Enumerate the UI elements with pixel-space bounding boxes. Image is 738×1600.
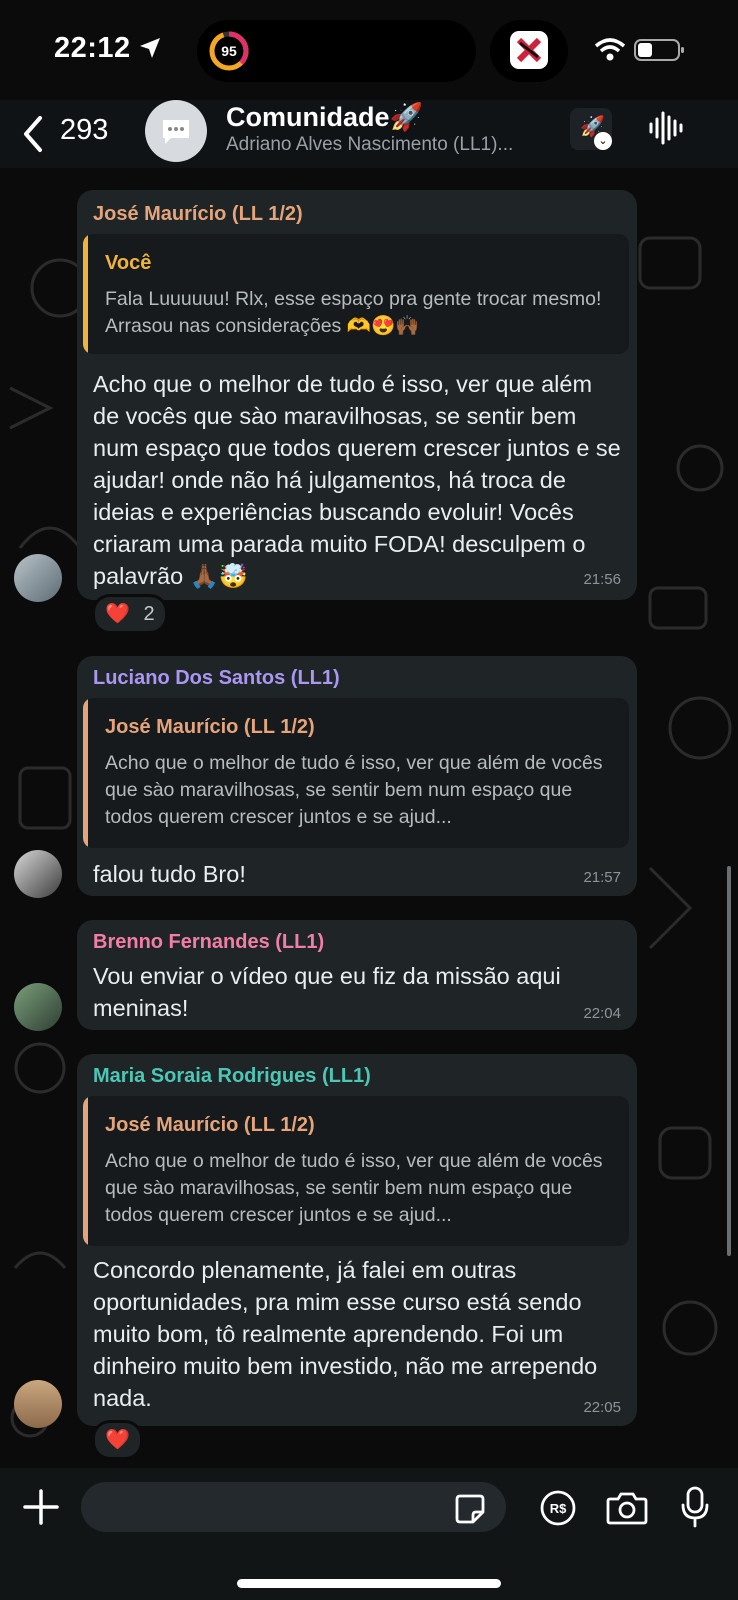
message-time: 21:56 bbox=[583, 571, 621, 588]
heart-reaction: ❤️ bbox=[105, 603, 130, 625]
quote-text: Acho que o melhor de tudo é isso, ver qu… bbox=[105, 1150, 603, 1226]
avatar[interactable] bbox=[14, 554, 62, 602]
message-bubble[interactable]: Maria Soraia Rodrigues (LL1) José Mauríc… bbox=[77, 1054, 637, 1426]
message-sender[interactable]: Luciano Dos Santos (LL1) bbox=[93, 667, 340, 690]
quote-text: Fala Luuuuuu! Rlx, esse espaço pra gente… bbox=[105, 288, 602, 337]
heart-reaction: ❤️ bbox=[105, 1429, 130, 1451]
community-switcher-button[interactable]: 🚀 ⌄ bbox=[570, 108, 612, 150]
real-currency-icon[interactable]: R$ bbox=[540, 1490, 576, 1526]
message-sender[interactable]: José Maurício (LL 1/2) bbox=[93, 203, 303, 226]
sticker-icon[interactable] bbox=[454, 1493, 486, 1525]
message-time: 22:04 bbox=[583, 1005, 621, 1022]
wifi-icon bbox=[594, 38, 626, 61]
quote-author: José Maurício (LL 1/2) bbox=[105, 716, 315, 738]
group-avatar[interactable] bbox=[145, 100, 207, 162]
status-bar: 22:12 95 bbox=[0, 0, 738, 100]
avatar[interactable] bbox=[14, 1380, 62, 1428]
chat-subtitle[interactable]: Adriano Alves Nascimento (LL1)... bbox=[226, 134, 513, 156]
message-bubble[interactable]: Brenno Fernandes (LL1) Vou enviar o víde… bbox=[77, 920, 637, 1030]
message-sender[interactable]: Maria Soraia Rodrigues (LL1) bbox=[93, 1065, 371, 1088]
message-text: Vou enviar o vídeo que eu fiz da missão … bbox=[93, 963, 561, 1021]
message-time: 21:57 bbox=[583, 869, 621, 886]
message-bubble[interactable]: José Maurício (LL 1/2) Você Fala Luuuuuu… bbox=[77, 190, 637, 600]
quote-text: Acho que o melhor de tudo é isso, ver qu… bbox=[105, 752, 603, 828]
chat-title[interactable]: Comunidade🚀 bbox=[226, 101, 423, 133]
message-sender[interactable]: Brenno Fernandes (LL1) bbox=[93, 931, 324, 954]
quoted-message[interactable]: Você Fala Luuuuuu! Rlx, esse espaço pra … bbox=[83, 234, 629, 354]
quote-bar bbox=[83, 698, 88, 848]
reaction-pill[interactable]: ❤️ 2 bbox=[92, 594, 168, 634]
back-unread-count[interactable]: 293 bbox=[60, 114, 108, 147]
activity-ring-value: 95 bbox=[221, 43, 237, 59]
reaction-pill[interactable]: ❤️ bbox=[92, 1420, 143, 1460]
reaction-count: 2 bbox=[143, 603, 155, 625]
chat-bubble-icon bbox=[163, 120, 189, 144]
location-arrow-icon bbox=[140, 38, 160, 58]
app-badge-icon bbox=[510, 31, 548, 69]
quoted-message[interactable]: José Maurício (LL 1/2) Acho que o melhor… bbox=[83, 698, 629, 848]
microphone-icon[interactable] bbox=[680, 1486, 710, 1528]
waveform-icon[interactable] bbox=[648, 110, 684, 146]
quote-author: José Maurício (LL 1/2) bbox=[105, 1114, 315, 1136]
quote-bar bbox=[83, 234, 88, 354]
scrollbar[interactable] bbox=[727, 866, 731, 1256]
message-text: falou tudo Bro! bbox=[93, 861, 246, 887]
home-indicator[interactable] bbox=[237, 1579, 501, 1588]
message-bubble[interactable]: Luciano Dos Santos (LL1) José Maurício (… bbox=[77, 656, 637, 896]
message-time: 22:05 bbox=[583, 1399, 621, 1416]
chat-header: 293 Comunidade🚀 Adriano Alves Nascimento… bbox=[0, 100, 738, 168]
message-text: Acho que o melhor de tudo é isso, ver qu… bbox=[93, 371, 621, 589]
quoted-message[interactable]: José Maurício (LL 1/2) Acho que o melhor… bbox=[83, 1096, 629, 1246]
avatar[interactable] bbox=[14, 983, 62, 1031]
camera-icon[interactable] bbox=[606, 1490, 648, 1526]
chevron-left-icon[interactable] bbox=[20, 114, 46, 154]
battery-icon bbox=[634, 39, 684, 61]
chevron-down-icon: ⌄ bbox=[594, 132, 612, 150]
message-text: Concordo plenamente, já falei em outras … bbox=[93, 1257, 598, 1411]
message-input[interactable] bbox=[81, 1482, 506, 1532]
quote-bar bbox=[83, 1096, 88, 1246]
quote-author: Você bbox=[105, 252, 152, 274]
avatar[interactable] bbox=[14, 850, 62, 898]
svg-text:R$: R$ bbox=[550, 1501, 567, 1516]
plus-icon[interactable] bbox=[22, 1488, 60, 1526]
status-time: 22:12 bbox=[54, 32, 131, 64]
